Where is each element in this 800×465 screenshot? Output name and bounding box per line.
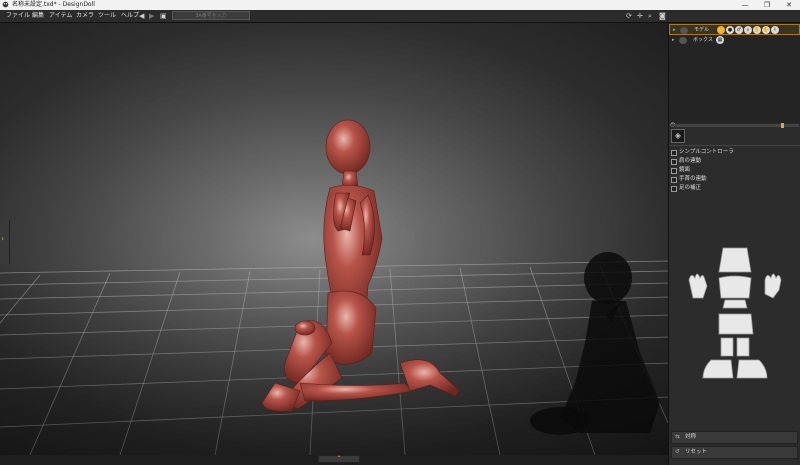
option-shoulder-link[interactable]: 肩の連動: [671, 157, 734, 166]
checkbox[interactable]: [671, 176, 677, 183]
move-icon[interactable]: ✛: [637, 12, 643, 20]
option-label: 手首の連動: [679, 176, 707, 182]
screenshot-icon[interactable]: ◙: [659, 12, 666, 20]
menu-file[interactable]: ファイル: [6, 10, 30, 22]
hand-right-icon[interactable]: ✋: [762, 26, 770, 34]
zoom-icon[interactable]: ⌕: [648, 12, 652, 20]
left-leg-icon: [720, 337, 734, 357]
option-label: 足の補正: [679, 185, 702, 191]
chevron-up-icon: ⌃: [336, 455, 342, 462]
menu-edit[interactable]: 編集: [32, 10, 44, 22]
camera-icon[interactable]: ▣: [160, 12, 167, 20]
checkbox[interactable]: [671, 185, 677, 192]
refresh-icon[interactable]: ⟳: [626, 12, 632, 20]
minimize-button[interactable]: —: [734, 0, 756, 10]
checkbox[interactable]: [671, 167, 677, 174]
right-hand-icon: [764, 273, 782, 299]
face-tool-icon[interactable]: ●: [726, 26, 734, 34]
left-hand-icon: [688, 273, 708, 299]
hand-left-icon[interactable]: ✋: [753, 26, 761, 34]
left-foot-icon: [702, 359, 734, 379]
visibility-toggle-icon[interactable]: [680, 27, 688, 34]
back-arrow-icon[interactable]: ◀: [139, 12, 144, 20]
box-tools: ▦: [716, 36, 724, 44]
scene-tree: ▸ モデル ✋ ● ♂ ⌕ ✋ ✋ i ▸ ボックス ▦: [669, 23, 800, 123]
waist-part-icon: [722, 299, 748, 309]
tree-item-label: ボックス: [693, 37, 713, 43]
option-mirror[interactable]: 鏡面: [671, 166, 734, 175]
right-foot-icon: [736, 359, 768, 379]
model-tools: ✋ ● ♂ ⌕ ✋ ✋ i: [717, 26, 779, 34]
head-part-icon: [718, 247, 752, 273]
slider-knob[interactable]: [781, 123, 784, 128]
tree-item-model[interactable]: ▸ モデル ✋ ● ♂ ⌕ ✋ ✋ i: [669, 24, 800, 35]
left-panel-toggle[interactable]: ›: [0, 220, 10, 264]
reset-label: リセット: [685, 449, 708, 455]
tree-item-box[interactable]: ▸ ボックス ▦: [669, 35, 800, 46]
chevron-right-icon: ›: [1, 234, 5, 243]
right-leg-icon: [736, 337, 750, 357]
app-logo-icon: [2, 1, 9, 8]
hips-part-icon: [718, 313, 754, 335]
option-wrist-link[interactable]: 手首の連動: [671, 175, 734, 184]
pose-tool-icon[interactable]: ✋: [717, 26, 725, 34]
title-bar: 名称未設定.txd* - DesignDoll — ❐ ✕: [0, 0, 800, 10]
forward-arrow-icon[interactable]: ▶: [149, 12, 154, 20]
option-label: シンプルコントローラ: [679, 149, 734, 155]
window-title: 名称未設定.txd* - DesignDoll: [12, 1, 95, 8]
checkbox[interactable]: [671, 149, 677, 156]
search-input[interactable]: [172, 11, 250, 20]
menu-help[interactable]: ヘルプ: [121, 10, 139, 22]
symmetry-label: 対称: [685, 434, 697, 440]
right-panel: ▸ モデル ✋ ● ♂ ⌕ ✋ ✋ i ▸ ボックス ▦ ⊕ ◈ シンプルコント: [668, 23, 800, 465]
reset-icon: ↺: [675, 449, 680, 455]
restore-button[interactable]: ❐: [756, 0, 778, 10]
options-list: シンプルコントローラ 肩の連動 鏡面 手首の連動 足の補正: [671, 148, 734, 193]
menu-item[interactable]: アイテム: [49, 10, 72, 22]
menu-bar: ファイル 編集 アイテム カメラ ツール ヘルプ ◀ ▶ ▣ ⟳ ✛ ⌕ ◙: [0, 10, 800, 23]
body-shape-icon[interactable]: ♂: [735, 26, 743, 34]
option-foot-correction[interactable]: 足の補正: [671, 184, 734, 193]
search-icon[interactable]: ⌕: [744, 26, 752, 34]
controller-mode-icon[interactable]: ◈: [671, 129, 685, 143]
bottom-panel-toggle[interactable]: ⌃: [318, 455, 360, 463]
body-part-selector[interactable]: [669, 238, 800, 428]
divider: [669, 145, 800, 146]
visibility-toggle-icon[interactable]: [679, 37, 687, 44]
option-label: 肩の連動: [679, 158, 702, 164]
info-icon[interactable]: i: [771, 26, 779, 34]
checkbox[interactable]: [671, 158, 677, 165]
option-label: 鏡面: [679, 167, 691, 173]
chest-part-icon: [718, 275, 752, 299]
box-tool-icon[interactable]: ▦: [716, 36, 724, 44]
3d-viewport[interactable]: [0, 23, 668, 455]
symmetry-icon: ⇆: [675, 434, 680, 440]
symmetry-button[interactable]: ⇆ 対称: [671, 431, 798, 444]
option-simple-controller[interactable]: シンプルコントローラ: [671, 148, 734, 157]
scene-render[interactable]: [0, 23, 668, 455]
expand-arrow-icon[interactable]: ▸: [672, 35, 675, 46]
reset-button[interactable]: ↺ リセット: [671, 446, 798, 459]
scale-slider[interactable]: [671, 123, 799, 128]
menu-camera[interactable]: カメラ: [76, 10, 94, 22]
menu-tool[interactable]: ツール: [98, 10, 116, 22]
close-button[interactable]: ✕: [778, 0, 800, 10]
